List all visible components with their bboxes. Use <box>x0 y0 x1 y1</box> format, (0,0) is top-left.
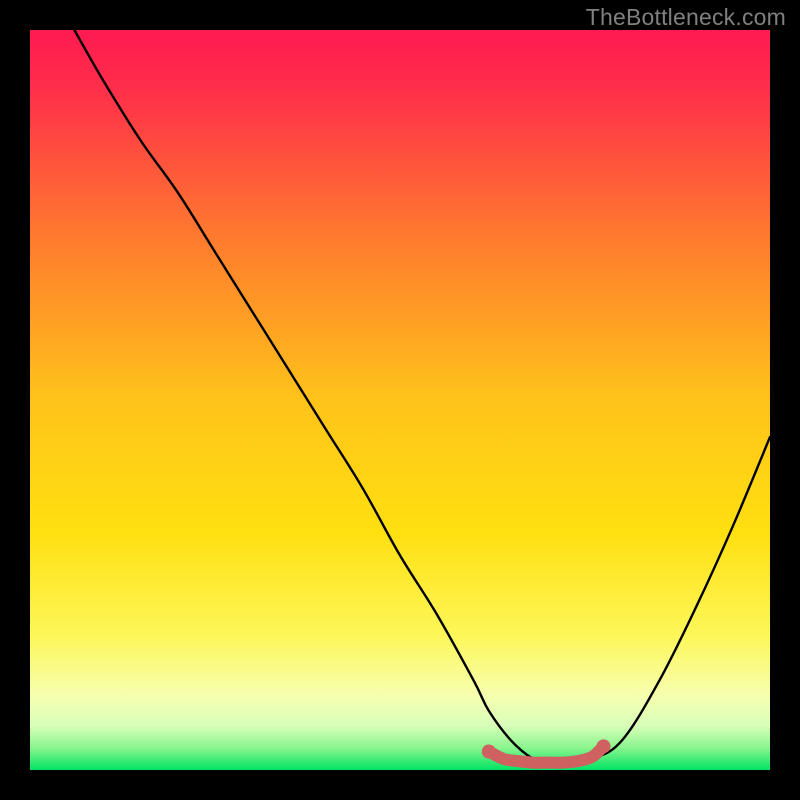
optimal-end-dot <box>597 739 611 753</box>
optimal-start-dot <box>482 745 496 759</box>
watermark-label: TheBottleneck.com <box>586 4 786 31</box>
chart-area <box>30 30 770 770</box>
figure-root: { "watermark": { "text": "TheBottleneck.… <box>0 0 800 800</box>
